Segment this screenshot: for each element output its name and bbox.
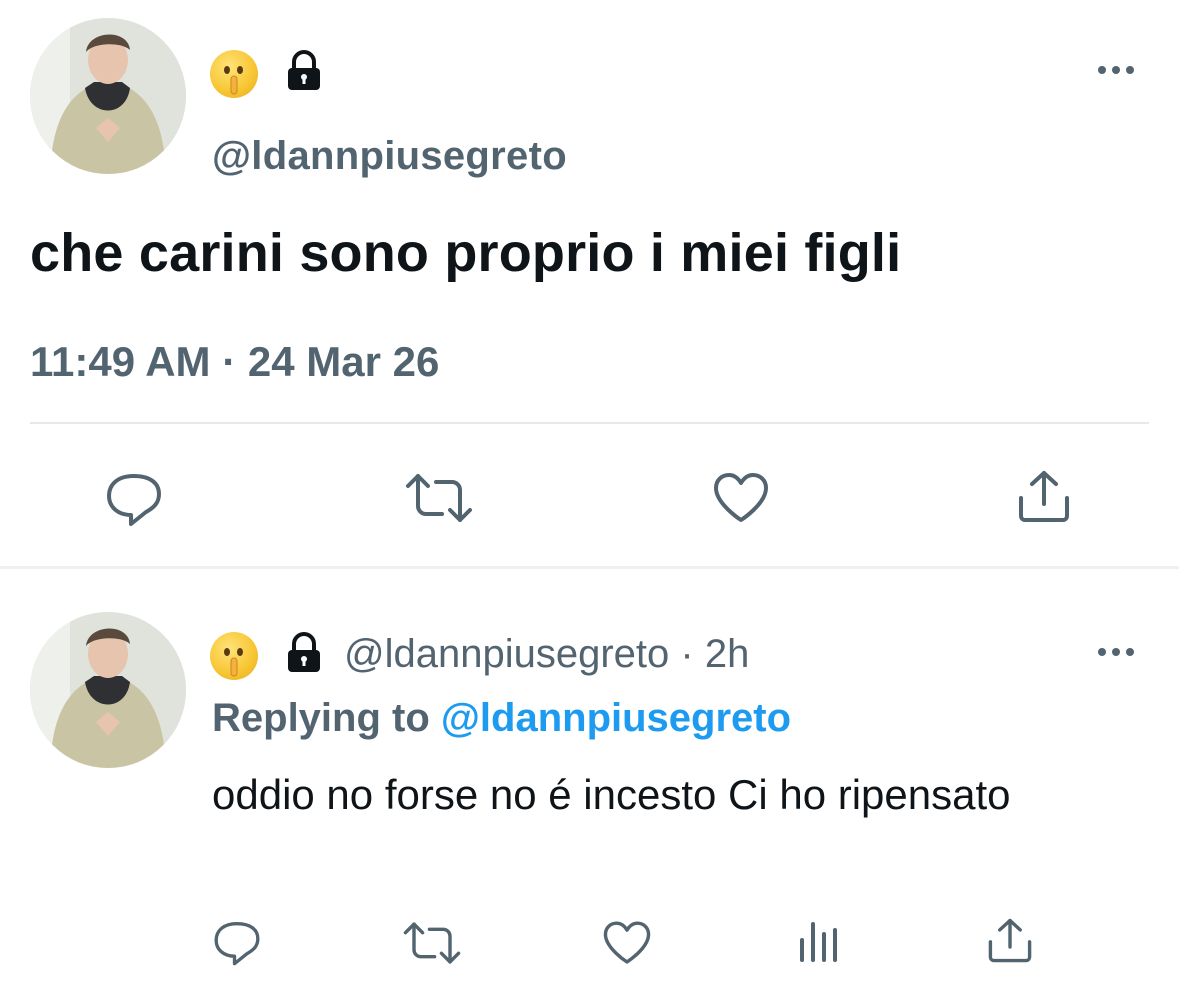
shushing-face-emoji-icon <box>210 50 258 98</box>
more-options-icon[interactable] <box>1098 66 1134 74</box>
divider <box>30 422 1149 424</box>
reply-icon[interactable] <box>104 470 164 526</box>
meta-separator: · <box>222 338 237 385</box>
reply-age: 2h <box>704 632 750 676</box>
tweet-time: 11:49 AM <box>30 338 211 385</box>
reply-header[interactable]: @ldannpiusegreto · 2h <box>344 632 749 677</box>
lock-icon <box>280 46 328 94</box>
author-handle[interactable]: @ldannpiusegreto <box>212 134 567 179</box>
shushing-face-emoji-icon <box>210 632 258 680</box>
replying-to-line: Replying to @ldannpiusegreto <box>212 696 791 741</box>
reply-text: oddio no forse no é incesto Ci ho ripens… <box>212 771 1011 818</box>
share-icon[interactable] <box>1016 470 1072 524</box>
tweet-text: che carini sono proprio i miei figli <box>30 223 902 283</box>
retweet-icon[interactable] <box>402 920 462 966</box>
avatar[interactable] <box>30 18 186 174</box>
more-options-icon[interactable] <box>1098 648 1134 656</box>
reply-author-handle: @ldannpiusegreto <box>344 632 670 676</box>
reply-icon[interactable] <box>212 918 262 966</box>
avatar-photo <box>30 612 186 768</box>
section-divider <box>0 566 1179 569</box>
analytics-icon[interactable] <box>796 918 842 964</box>
tweet-date: 24 Mar 26 <box>247 338 440 385</box>
lock-icon <box>280 628 328 676</box>
reply-avatar[interactable] <box>30 612 186 768</box>
tweet-timestamp[interactable]: 11:49 AM · 24 Mar 26 <box>30 338 439 386</box>
like-icon[interactable] <box>602 920 652 966</box>
share-icon[interactable] <box>986 918 1034 964</box>
like-icon[interactable] <box>712 472 770 524</box>
retweet-icon[interactable] <box>404 472 474 524</box>
avatar-photo <box>30 18 186 174</box>
meta-separator: · <box>680 632 694 676</box>
replying-to-mention[interactable]: @ldannpiusegreto <box>441 696 791 740</box>
replying-prefix: Replying to <box>212 696 430 740</box>
